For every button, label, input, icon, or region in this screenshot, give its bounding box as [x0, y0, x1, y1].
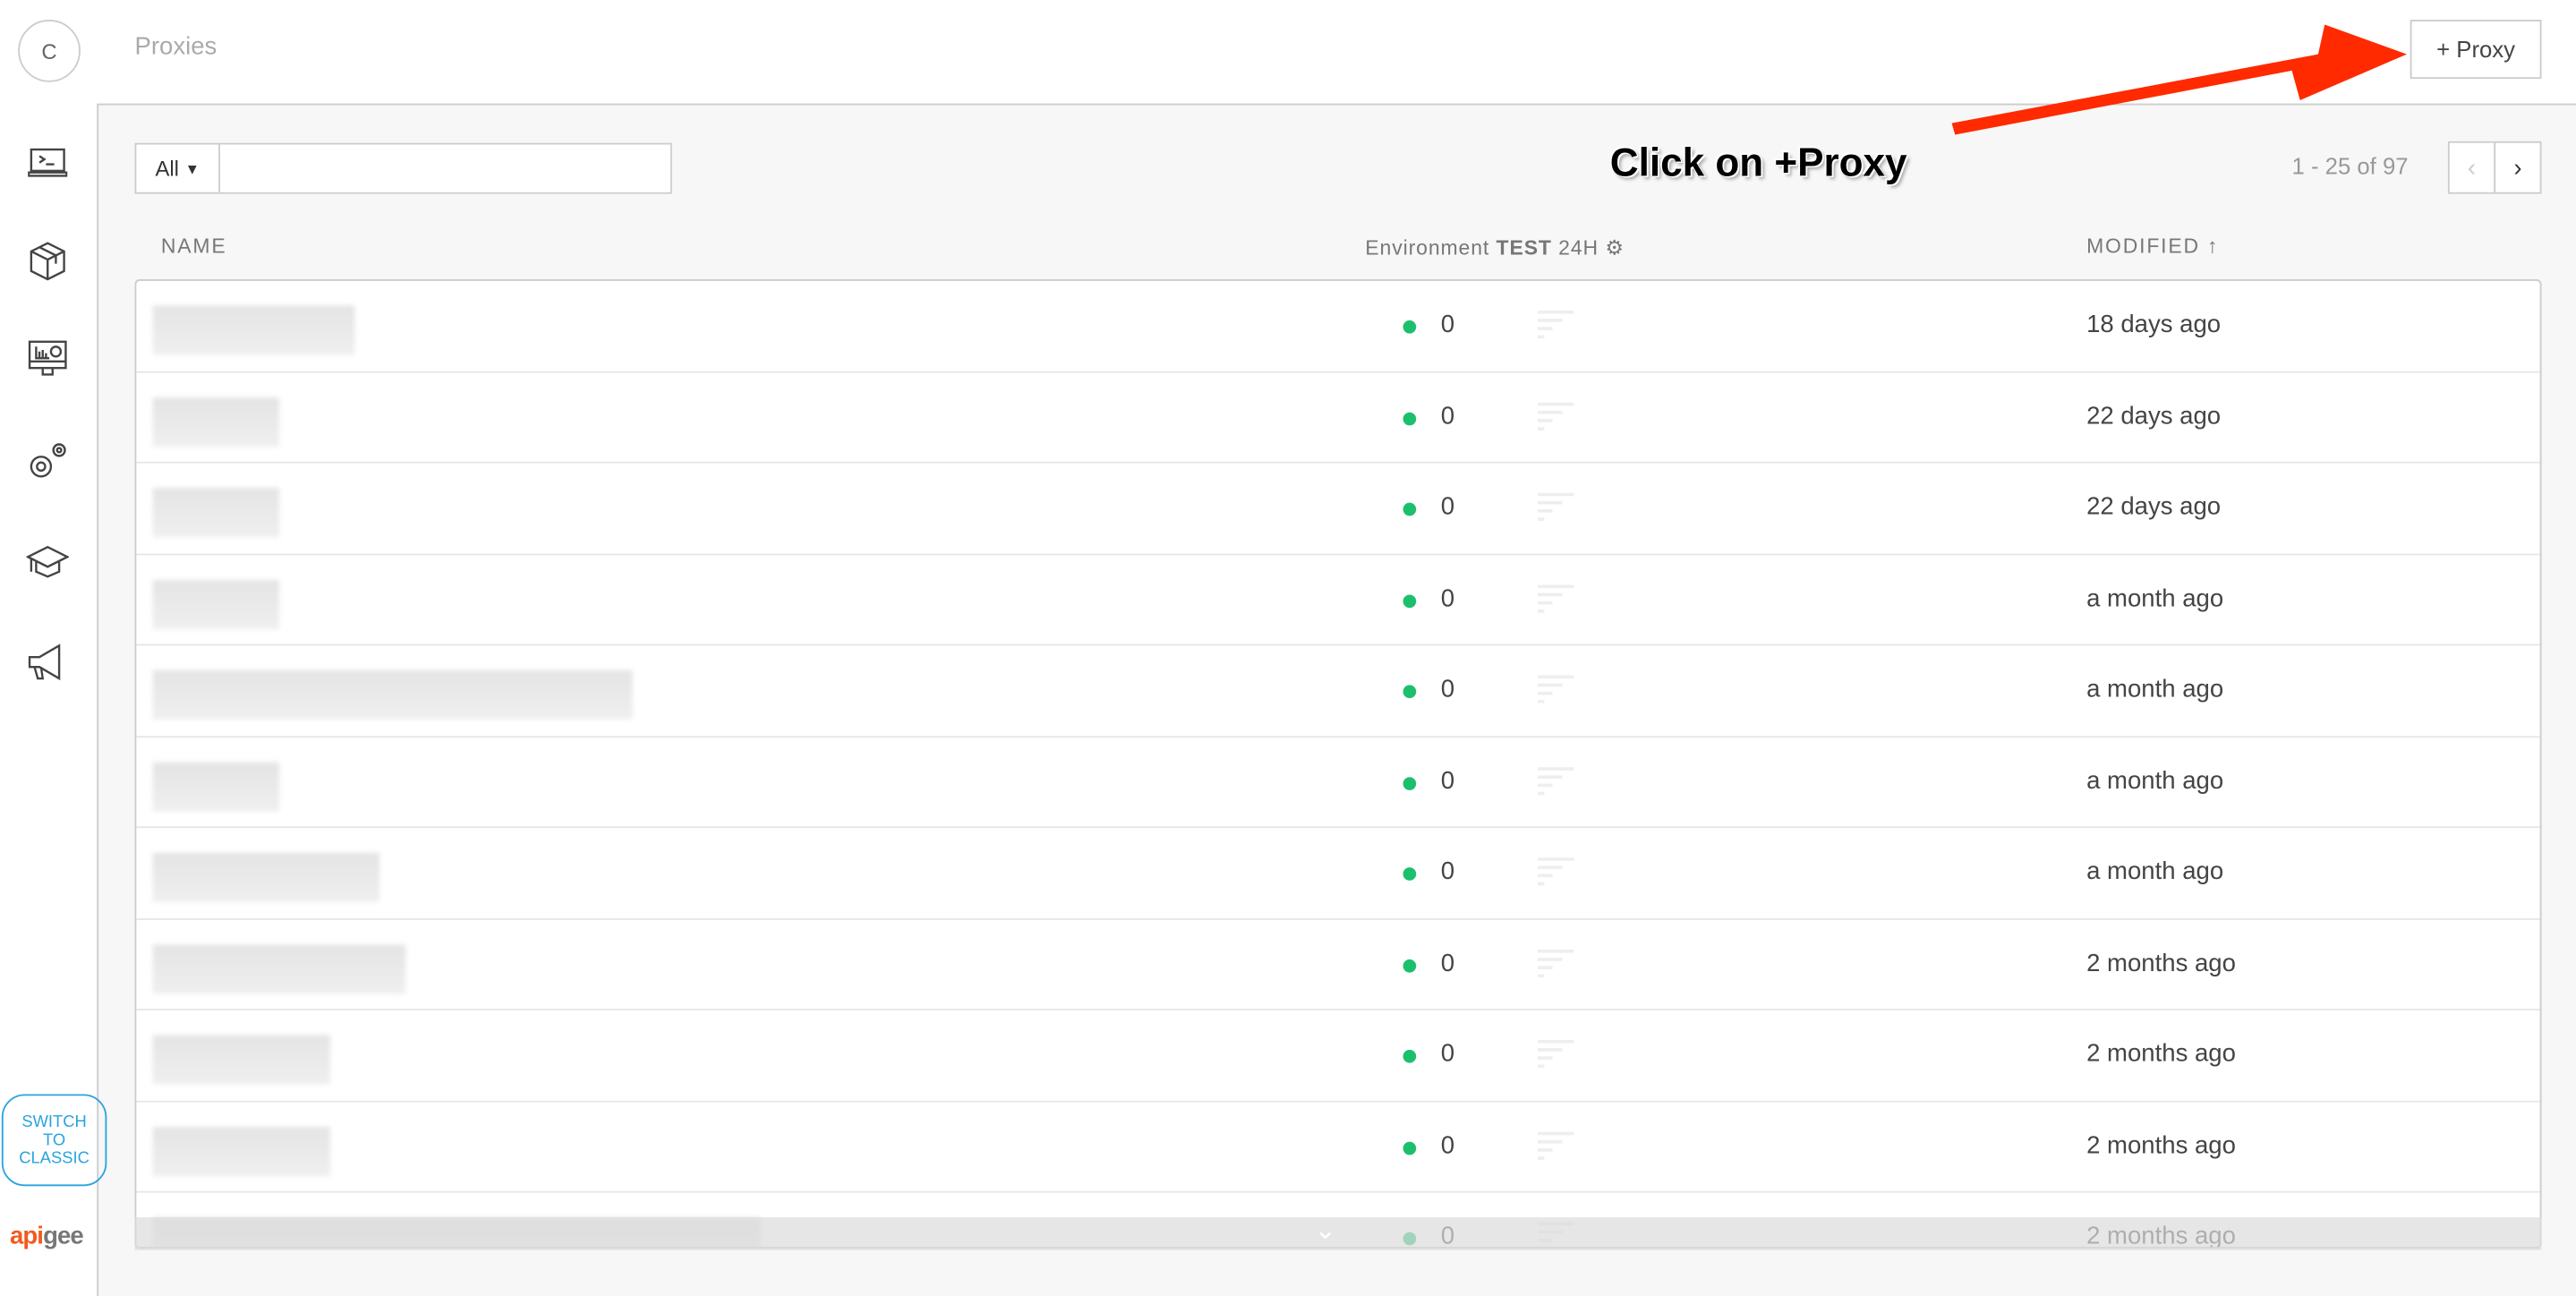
modified-time: 22 days ago — [2086, 492, 2222, 521]
traffic-count: 0 — [1440, 584, 1455, 612]
filter-dropdown[interactable]: All ▼ — [136, 144, 220, 192]
search-bar: All ▼ — [134, 142, 672, 194]
sparkline-icon — [1538, 1130, 1574, 1159]
traffic-count: 0 — [1440, 857, 1455, 886]
column-header-name[interactable]: NAME — [161, 234, 227, 258]
settings-icon[interactable] — [26, 440, 69, 483]
sparkline-icon — [1538, 492, 1574, 521]
sparkline-icon — [1538, 949, 1574, 977]
traffic-count: 0 — [1440, 1130, 1455, 1159]
proxy-name-redacted[interactable] — [152, 1126, 330, 1176]
table-row[interactable]: 0 a month ago — [136, 645, 2540, 738]
proxy-name-redacted[interactable] — [152, 1035, 330, 1085]
traffic-count: 0 — [1440, 492, 1455, 521]
annotation-text: Click on +Proxy — [1609, 141, 1907, 186]
traffic-count: 0 — [1440, 949, 1455, 977]
chevron-down-icon: ▼ — [184, 159, 200, 177]
chevron-down-icon[interactable]: ⌄ — [1314, 1214, 1336, 1247]
proxies-table: 0 18 days ago 0 22 days ago 0 22 days ag… — [134, 279, 2542, 1249]
modified-time: 2 months ago — [2086, 1039, 2236, 1069]
proxy-name-redacted[interactable] — [152, 305, 355, 355]
table-row[interactable]: 0 18 days ago — [136, 281, 2540, 372]
status-dot — [1403, 320, 1417, 334]
modified-time: 2 months ago — [2086, 1130, 2236, 1159]
column-header-environment: Environment TEST 24H ⚙ — [1365, 234, 1625, 260]
status-dot — [1403, 776, 1417, 789]
table-row[interactable]: 0 22 days ago — [136, 372, 2540, 464]
sparkline-icon — [1538, 766, 1574, 795]
table-row[interactable]: 0 a month ago — [136, 828, 2540, 919]
terminal-icon[interactable] — [26, 141, 69, 184]
sparkline-icon — [1538, 584, 1574, 612]
modified-time: 18 days ago — [2086, 310, 2222, 339]
traffic-count: 0 — [1440, 310, 1455, 339]
proxy-name-redacted[interactable] — [152, 488, 280, 538]
prev-page-button[interactable]: ‹ — [2447, 141, 2496, 194]
status-dot — [1403, 959, 1417, 972]
page-title: Proxies — [134, 32, 218, 61]
arrow-annotation-icon — [1951, 24, 2408, 135]
status-dot — [1403, 1140, 1417, 1155]
traffic-count: 0 — [1440, 401, 1455, 430]
sparkline-icon — [1538, 857, 1574, 886]
sparkline-icon — [1538, 1039, 1574, 1069]
table-row[interactable]: 0 2 months ago — [136, 1010, 2540, 1102]
status-dot — [1403, 411, 1417, 425]
table-row[interactable]: 0 2 months ago — [136, 919, 2540, 1010]
status-dot — [1403, 502, 1417, 516]
filter-selected: All — [155, 156, 179, 181]
modified-time: a month ago — [2086, 766, 2224, 795]
status-dot — [1403, 867, 1417, 881]
status-dot — [1403, 1049, 1417, 1063]
modified-time: 22 days ago — [2086, 401, 2222, 430]
search-input[interactable] — [219, 144, 670, 192]
sparkline-icon — [1538, 401, 1574, 430]
switch-to-classic-button[interactable]: SWITCH TO CLASSIC — [1, 1094, 107, 1187]
proxy-name-redacted[interactable] — [152, 761, 280, 811]
package-icon[interactable] — [26, 240, 69, 283]
table-row[interactable]: 0 a month ago — [136, 554, 2540, 646]
scroll-more-overlay[interactable] — [134, 1217, 2542, 1250]
add-proxy-button[interactable]: + Proxy — [2410, 20, 2542, 80]
table-row[interactable]: 0 2 months ago — [136, 1102, 2540, 1193]
avatar[interactable]: C — [18, 20, 81, 82]
env-name[interactable]: TEST — [1497, 236, 1552, 260]
apigee-logo: apigee — [10, 1222, 84, 1250]
status-dot — [1403, 685, 1417, 699]
modified-time: a month ago — [2086, 584, 2224, 612]
analytics-icon[interactable] — [26, 338, 69, 381]
modified-time: a month ago — [2086, 675, 2224, 703]
gear-icon[interactable]: ⚙ — [1605, 236, 1625, 260]
traffic-count: 0 — [1440, 1039, 1455, 1069]
proxy-name-redacted[interactable] — [152, 579, 280, 629]
traffic-count: 0 — [1440, 675, 1455, 703]
env-prefix: Environment — [1365, 236, 1490, 260]
education-icon[interactable] — [26, 541, 70, 584]
switch-label-2: TO — [42, 1130, 66, 1149]
next-page-button[interactable]: › — [2494, 141, 2542, 194]
proxy-name-redacted[interactable] — [152, 943, 406, 993]
proxy-name-redacted[interactable] — [152, 669, 633, 720]
announcement-icon[interactable] — [26, 641, 69, 684]
modified-time: a month ago — [2086, 857, 2224, 886]
proxy-name-redacted[interactable] — [152, 852, 380, 902]
modified-time: 2 months ago — [2086, 949, 2236, 977]
env-window[interactable]: 24H — [1558, 236, 1599, 260]
table-row[interactable]: 0 22 days ago — [136, 464, 2540, 555]
switch-label-1: SWITCH — [21, 1113, 87, 1131]
proxy-name-redacted[interactable] — [152, 396, 280, 447]
sparkline-icon — [1538, 675, 1574, 703]
column-header-modified[interactable]: MODIFIED ↑ — [2086, 234, 2219, 258]
sparkline-icon — [1538, 310, 1574, 339]
pagination-text: 1 - 25 of 97 — [2291, 152, 2409, 180]
table-row[interactable]: 0 a month ago — [136, 737, 2540, 829]
app: C Proxies + Proxy SWITCH TO CLASSIC apig… — [0, 0, 2576, 1296]
status-dot — [1403, 593, 1417, 608]
switch-label-3: CLASSIC — [19, 1148, 90, 1168]
traffic-count: 0 — [1440, 766, 1455, 795]
